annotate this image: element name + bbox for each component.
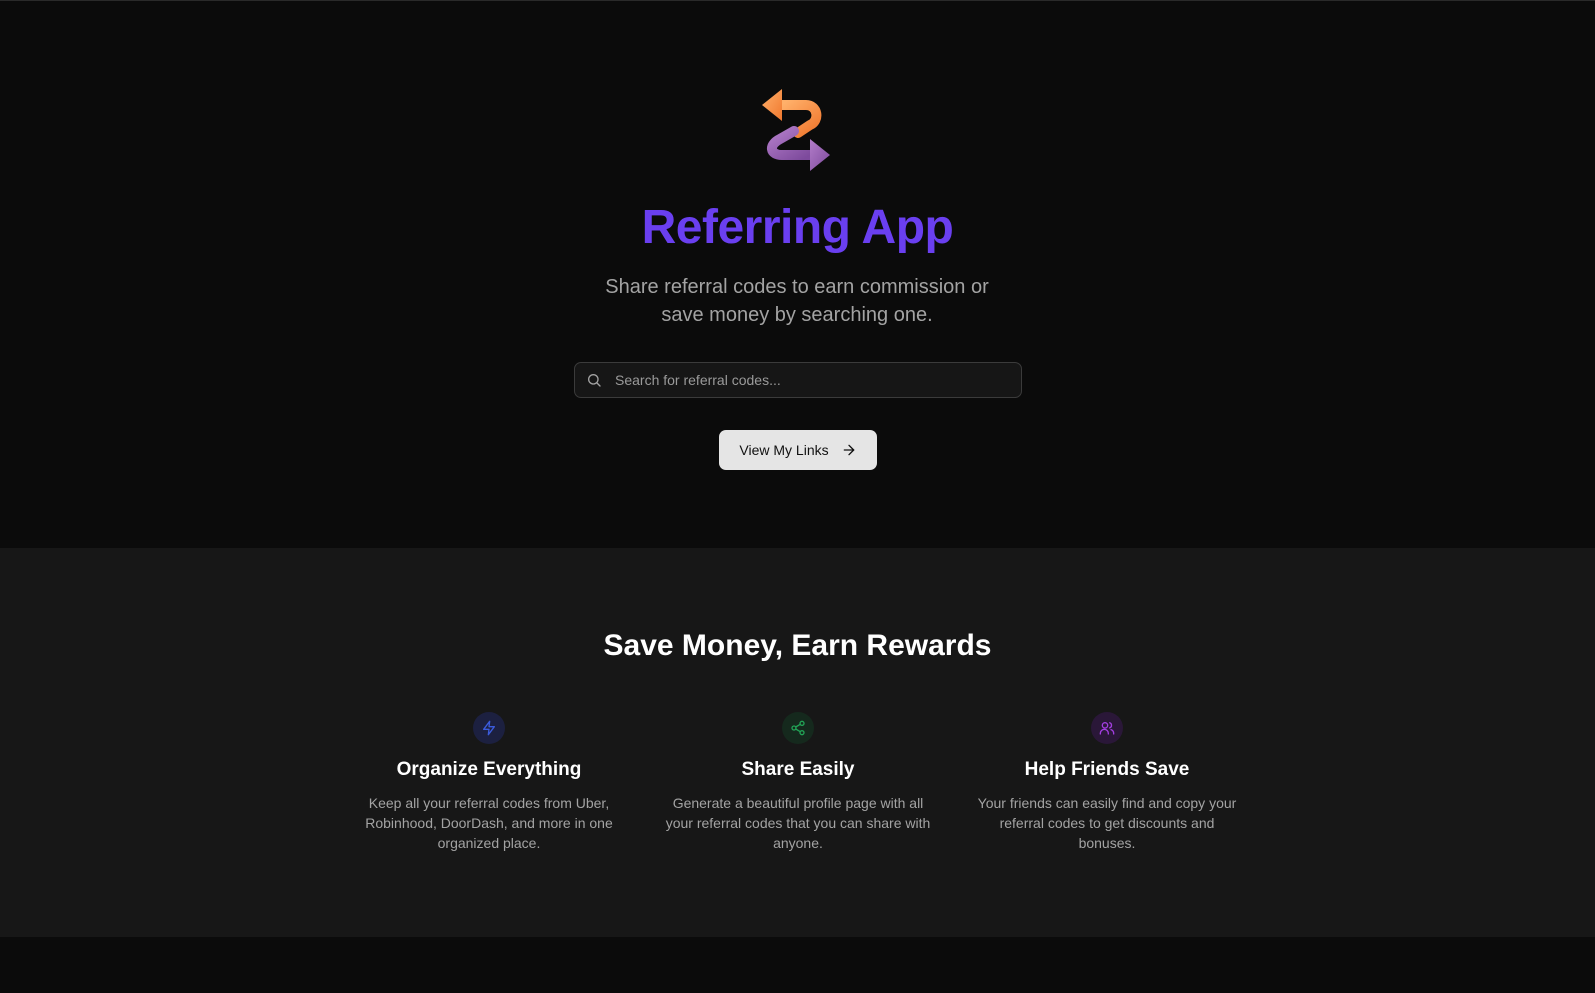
users-icon	[1099, 722, 1115, 735]
feature-title: Share Easily	[741, 759, 855, 780]
search-input[interactable]	[615, 363, 1015, 397]
referral-arrows-logo-icon	[762, 89, 830, 171]
search-icon	[588, 374, 601, 387]
arrow-right-icon	[843, 444, 854, 456]
feature-icon-badge	[1091, 712, 1123, 744]
view-my-links-label: View My Links	[739, 442, 829, 458]
feature-description: Keep all your referral codes from Uber, …	[365, 795, 613, 851]
feature-description: Your friends can easily find and copy yo…	[977, 795, 1237, 851]
feature-icon-badge	[473, 712, 505, 744]
view-my-links-button[interactable]: View My Links	[719, 430, 877, 470]
share-icon	[791, 720, 805, 736]
footer-strip	[0, 937, 1595, 993]
lightning-icon	[483, 720, 495, 736]
features-section: Save Money, Earn Rewards Organize Everyt…	[0, 548, 1595, 937]
feature-title: Help Friends Save	[1024, 759, 1190, 780]
app-title: Referring App	[641, 201, 954, 254]
search-box[interactable]	[574, 362, 1022, 398]
feature-icon-badge	[782, 712, 814, 744]
features-title: Save Money, Earn Rewards	[603, 629, 992, 662]
tagline: Share referral codes to earn commission …	[605, 276, 989, 326]
hero-section: Referring App Share referral codes to ea…	[0, 1, 1595, 548]
feature-description: Generate a beautiful profile page with a…	[665, 795, 931, 851]
feature-title: Organize Everything	[396, 759, 582, 780]
